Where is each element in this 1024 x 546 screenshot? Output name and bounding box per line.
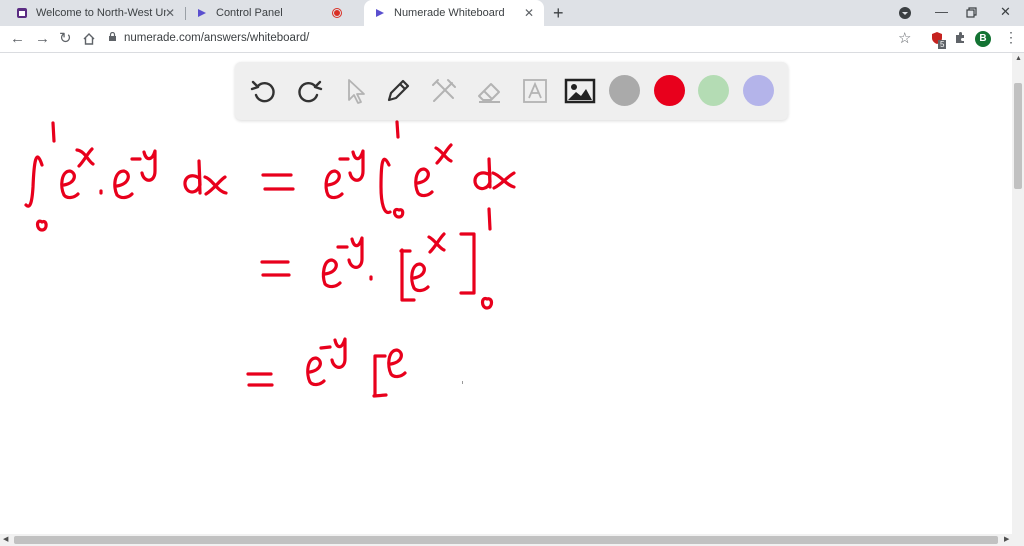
horizontal-scrollbar[interactable]: ◀ ▶ [0, 534, 1024, 546]
numerade-icon [198, 9, 206, 17]
numerade-icon [376, 9, 384, 17]
close-tab-icon[interactable]: ✕ [524, 7, 534, 19]
forward-icon[interactable]: → [35, 30, 50, 48]
close-tab-icon[interactable]: ✕ [165, 7, 175, 19]
color-swatch-lavender[interactable] [743, 75, 774, 106]
scroll-left-icon[interactable]: ◀ [3, 536, 8, 544]
evaluation-step-2 [260, 207, 494, 310]
pen-icon[interactable] [382, 75, 414, 107]
vertical-scroll-thumb[interactable] [1014, 83, 1022, 189]
text-icon[interactable] [519, 75, 551, 107]
back-icon[interactable]: ← [10, 30, 25, 48]
extension-badge: 5 [938, 40, 947, 49]
close-window-icon[interactable]: ✕ [1000, 4, 1011, 20]
lock-icon [109, 32, 116, 41]
vertical-scrollbar[interactable]: ▲ [1012, 53, 1024, 534]
tab-title: Control Panel [216, 7, 283, 19]
url-text: numerade.com/answers/whiteboard/ [124, 32, 310, 44]
undo-icon[interactable] [248, 75, 280, 107]
scroll-up-icon[interactable]: ▲ [1015, 55, 1022, 63]
handwritten-ink [24, 65, 658, 398]
tab-strip: Welcome to North-West Univers ✕ Control … [0, 0, 1024, 26]
whiteboard-canvas[interactable] [0, 53, 1012, 534]
integral-expression-right [261, 120, 516, 219]
tab-title: Welcome to North-West Univers [36, 7, 166, 19]
profile-avatar[interactable]: B [975, 31, 991, 47]
tab-control-panel[interactable]: Control Panel [186, 0, 356, 26]
reload-icon[interactable]: ↻ [59, 30, 72, 48]
tab-search-icon[interactable] [898, 6, 912, 20]
address-bar[interactable]: numerade.com/answers/whiteboard/ ☆ [108, 28, 918, 50]
color-swatch-red[interactable] [654, 75, 685, 106]
drawing-toolbar [235, 62, 788, 120]
recording-icon [332, 8, 342, 18]
tab-north-west-university[interactable]: Welcome to North-West Univers ✕ [0, 0, 185, 26]
horizontal-scroll-thumb[interactable] [14, 536, 998, 544]
pointer-icon[interactable] [339, 75, 371, 107]
image-icon[interactable] [564, 75, 596, 107]
university-icon [17, 8, 27, 18]
integral-expression-left [24, 121, 228, 232]
bookmark-star-icon[interactable]: ☆ [898, 29, 911, 47]
tools-icon[interactable] [428, 75, 460, 107]
browser-toolbar: ← → ↻ numerade.com/answers/whiteboard/ ☆… [0, 26, 1024, 53]
restore-icon[interactable] [966, 7, 977, 18]
scroll-right-icon[interactable]: ▶ [1004, 536, 1009, 544]
color-swatch-green[interactable] [698, 75, 729, 106]
new-tab-button[interactable]: + [553, 3, 564, 23]
tab-title: Numerade Whiteboard [394, 7, 505, 19]
puzzle-icon[interactable] [953, 31, 967, 45]
eraser-icon[interactable] [473, 75, 505, 107]
tab-numerade-whiteboard[interactable]: Numerade Whiteboard ✕ [364, 0, 544, 26]
color-swatch-gray[interactable] [609, 75, 640, 106]
menu-icon[interactable]: ⋮ [1004, 29, 1018, 46]
minimize-icon[interactable]: — [935, 4, 948, 20]
home-icon[interactable] [82, 32, 96, 46]
redo-icon[interactable] [293, 75, 325, 107]
evaluation-step-3 [246, 337, 407, 398]
